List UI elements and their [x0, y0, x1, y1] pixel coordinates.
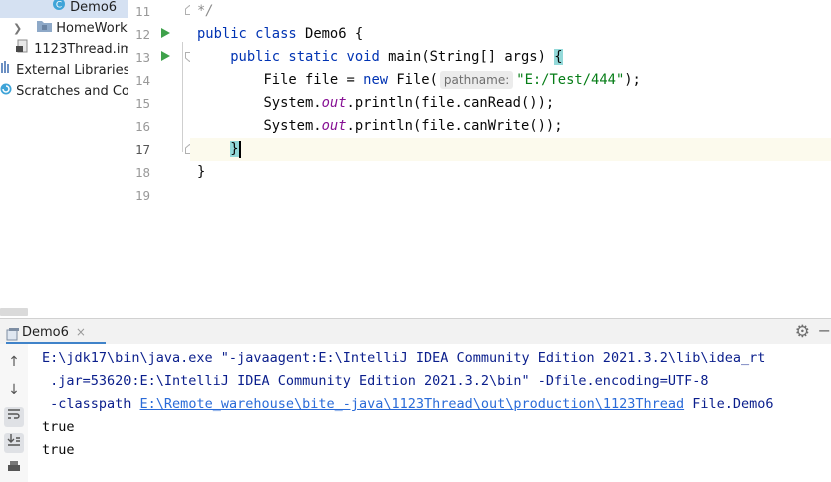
matched-brace: } — [230, 141, 239, 157]
java-class-icon: C — [52, 0, 66, 18]
matched-brace: { — [554, 49, 563, 65]
code-line-13: public static void main(String[] args) { — [230, 49, 563, 65]
fold-guide — [182, 42, 183, 152]
run-class-icon[interactable] — [161, 28, 170, 38]
line-number: 11 — [134, 4, 150, 19]
project-tree: C Demo6 ❯ HomeWork 1123Thread.iml Extern… — [0, 0, 129, 318]
line-number-current: 17 — [134, 142, 150, 157]
code-line-17: } — [197, 138, 241, 161]
console-output-line: true — [42, 442, 75, 458]
tree-item-label: Demo6 — [70, 0, 118, 15]
gear-icon[interactable]: ⚙ — [795, 322, 810, 342]
editor-gutter: 11 12 13 14 15 16 17 18 19 — [128, 0, 190, 318]
code-line-12: public class Demo6 { — [197, 26, 364, 42]
line-number: 18 — [134, 165, 150, 180]
folder-icon — [37, 18, 53, 39]
code-editor[interactable]: */ public class Demo6 { public static vo… — [190, 0, 831, 318]
line-number: 16 — [134, 119, 150, 134]
tree-item-label: HomeWork — [56, 21, 128, 36]
code-line-11: */ — [197, 3, 214, 19]
tree-item-label: External Libraries — [16, 63, 129, 78]
arrow-down-icon[interactable]: ↓ — [4, 380, 24, 400]
current-line-highlight — [190, 138, 831, 161]
arrow-up-icon[interactable]: ↑ — [4, 352, 24, 372]
line-number: 19 — [134, 188, 150, 203]
close-icon[interactable]: × — [76, 325, 86, 339]
tree-item-iml[interactable]: 1123Thread.iml — [0, 39, 129, 60]
console-command-line: -classpath E:\Remote_warehouse\bite_-jav… — [42, 396, 774, 412]
svg-text:C: C — [56, 1, 62, 11]
tree-item-label: Scratches and Cons — [16, 84, 129, 99]
run-tab-label: Demo6 — [22, 325, 69, 340]
tree-item-demo6[interactable]: C Demo6 — [0, 0, 128, 18]
minimize-icon[interactable]: − — [818, 321, 831, 340]
scroll-to-end-icon[interactable] — [4, 433, 24, 453]
line-number: 14 — [134, 73, 150, 88]
tree-item-scratches[interactable]: Scratches and Cons — [0, 81, 129, 102]
iml-file-icon — [16, 39, 30, 60]
text-caret — [238, 140, 241, 158]
tree-item-external-libraries[interactable]: External Libraries — [0, 60, 129, 81]
tree-item-label: 1123Thread.iml — [34, 42, 129, 57]
console-output[interactable]: E:\jdk17\bin\java.exe "-javaagent:E:\Int… — [28, 344, 831, 482]
line-number: 12 — [134, 27, 150, 42]
parameter-hint: pathname: — [439, 71, 514, 89]
console-command-line: .jar=53620:E:\IntelliJ IDEA Community Ed… — [42, 373, 709, 389]
libraries-icon — [1, 60, 12, 81]
code-line-15: System.out.println(file.canRead()); — [263, 95, 555, 111]
run-main-icon[interactable] — [161, 51, 170, 61]
line-number: 13 — [134, 50, 150, 65]
console-command-line: E:\jdk17\bin\java.exe "-javaagent:E:\Int… — [42, 350, 766, 366]
code-line-18: } — [197, 164, 206, 180]
code-line-16: System.out.println(file.canWrite()); — [263, 118, 563, 134]
code-line-14: File file = new File(pathname: "E:/Test/4… — [263, 71, 641, 89]
line-number: 15 — [134, 96, 150, 111]
classpath-link[interactable]: E:\Remote_warehouse\bite_-java\1123Threa… — [140, 396, 685, 412]
print-icon[interactable] — [4, 460, 24, 480]
scratches-icon — [0, 81, 12, 102]
chevron-right-icon[interactable]: ❯ — [13, 18, 23, 39]
run-tool-window-header: Demo6 × ⚙ − — [0, 318, 831, 345]
soft-wrap-icon[interactable] — [4, 407, 24, 427]
tree-scrollbar[interactable] — [0, 308, 28, 316]
console-output-line: true — [42, 419, 75, 435]
tree-item-homework[interactable]: ❯ HomeWork — [0, 18, 128, 39]
run-toolbar: ↑ ↓ — [0, 344, 29, 482]
